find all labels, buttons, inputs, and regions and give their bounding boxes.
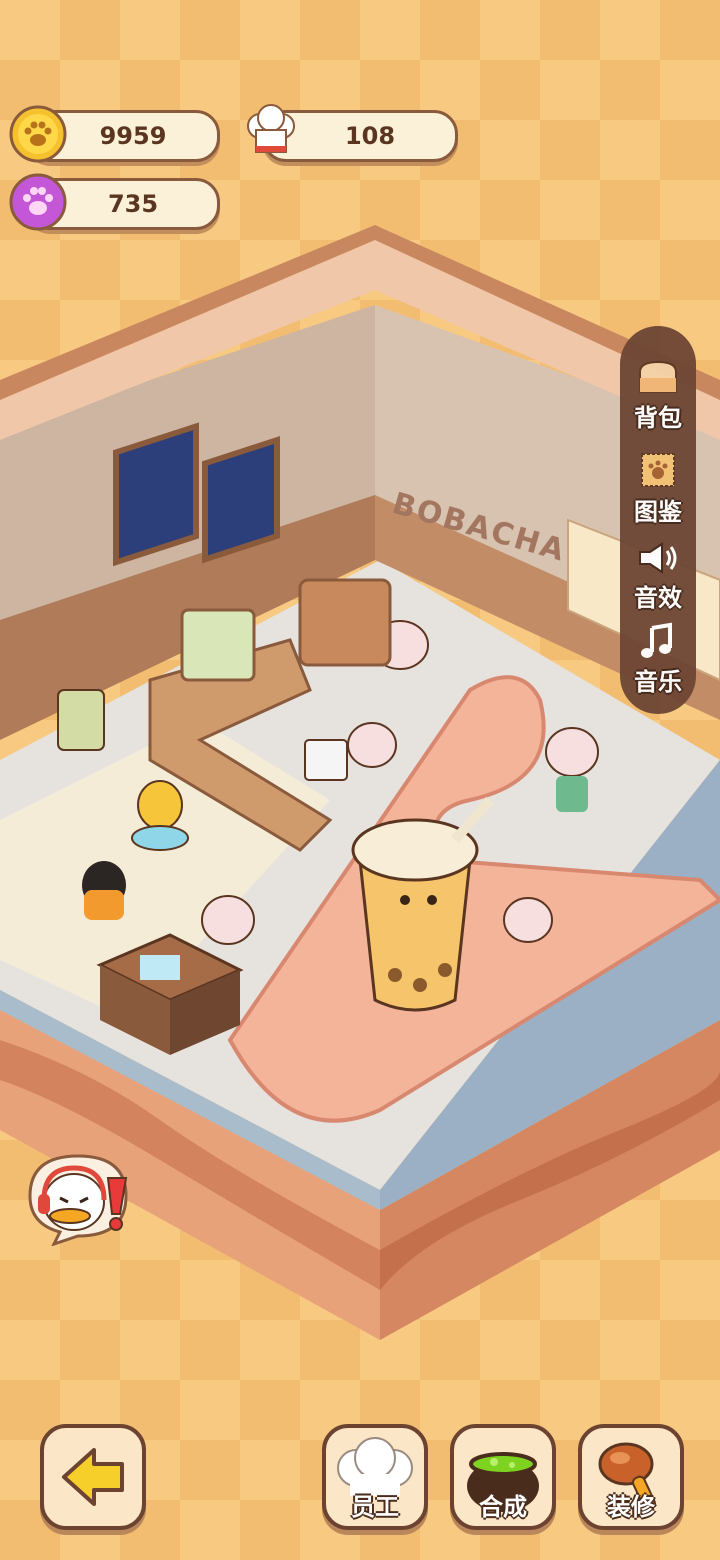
collection-label: 图鉴 <box>634 498 682 526</box>
ice-crate <box>96 933 244 1055</box>
shop-floor <box>0 560 720 1190</box>
arrow-left-icon <box>62 1448 124 1506</box>
floor-base-right <box>380 1020 720 1340</box>
back-button[interactable] <box>40 1424 146 1530</box>
wall-rim <box>0 240 720 440</box>
alert-exclamation-icon <box>106 1177 128 1231</box>
collection-stamp-icon <box>641 453 675 487</box>
boba-tea-mascot <box>351 796 494 1012</box>
backpack-icon <box>639 360 677 393</box>
synthesize-button[interactable]: 合成 <box>450 1424 556 1530</box>
service-counter <box>148 638 333 852</box>
collection-button[interactable]: 图鉴 <box>620 450 696 536</box>
cat-character <box>82 861 126 920</box>
kitchen-floor <box>0 720 330 1020</box>
staff-label: 员工 <box>351 1493 399 1521</box>
shop-scene <box>0 225 720 1340</box>
sound-effects-label: 音效 <box>634 584 682 612</box>
speaker-icon <box>639 542 677 574</box>
synthesize-label: 合成 <box>479 1493 527 1521</box>
decorate-label: 装修 <box>607 1493 655 1521</box>
plant-shelf <box>180 608 256 682</box>
music-label: 音乐 <box>634 668 682 696</box>
duck-character <box>131 780 189 851</box>
paw-gem-icon <box>8 172 68 236</box>
slot-machine <box>57 689 105 751</box>
decorate-button[interactable]: 装修 <box>578 1424 684 1530</box>
conveyor-track <box>227 675 720 1123</box>
duck-alert-button[interactable] <box>20 1150 136 1247</box>
cash-register <box>304 739 348 781</box>
music-note-icon <box>641 622 672 658</box>
side-menu: 背包 图鉴 音效 音乐 <box>620 326 696 714</box>
backpack-label: 背包 <box>634 404 682 432</box>
chef-hat-icon <box>240 104 302 170</box>
bunny-staff <box>201 620 599 945</box>
wooden-cabinet <box>298 578 392 667</box>
back-wall-left <box>0 305 375 700</box>
sound-effects-button[interactable]: 音效 <box>620 540 696 626</box>
music-button[interactable]: 音乐 <box>620 622 696 708</box>
backpack-button[interactable]: 背包 <box>620 356 696 442</box>
staff-button[interactable]: 员工 <box>322 1424 428 1530</box>
shop-sign: BOBACHA <box>388 486 570 569</box>
coin-icon <box>8 104 68 168</box>
